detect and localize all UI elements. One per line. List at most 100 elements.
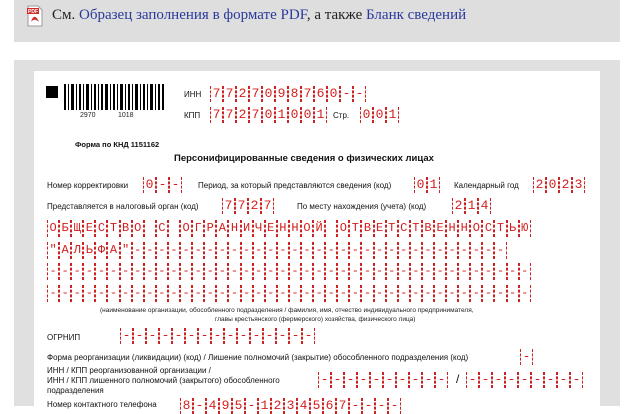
char-cell: Р	[204, 220, 217, 237]
char-cell: 7	[261, 198, 274, 214]
char-cell: -	[337, 242, 350, 259]
char-cell: -	[228, 263, 241, 280]
char-cell: 0	[301, 107, 314, 123]
char-cell: Т	[385, 220, 398, 237]
tax-organ-field[interactable]: 7727	[222, 198, 274, 214]
char-cell: -	[337, 263, 350, 280]
char-cell: -	[155, 242, 168, 259]
char-cell	[167, 220, 181, 237]
year-label: Календарный год	[454, 181, 519, 190]
char-cell: -	[276, 263, 289, 280]
char-cell: Л	[71, 242, 84, 259]
char-cell	[143, 220, 156, 237]
org-name-row-4[interactable]: ----------------------------------------	[47, 285, 531, 302]
kpp-field[interactable]: 772701001	[210, 107, 327, 123]
inn-field[interactable]: 7727098760--	[210, 86, 366, 102]
char-cell: 1	[258, 398, 271, 414]
char-cell: О	[337, 220, 350, 237]
char-cell: В	[361, 220, 374, 237]
svg-text:PDF: PDF	[28, 9, 38, 15]
char-cell: -	[263, 328, 276, 344]
char-cell: -	[373, 285, 386, 302]
sample-pdf-link[interactable]: Образец заполнения в формате PDF	[79, 7, 307, 23]
form-title: Персонифицированные сведения о физически…	[174, 153, 434, 164]
char-cell: -	[435, 372, 448, 388]
char-cell: -	[107, 263, 120, 280]
location-field[interactable]: 214	[452, 198, 491, 214]
char-cell: Ф	[95, 242, 108, 259]
char-cell: 1	[427, 177, 440, 193]
char-cell: С	[397, 220, 410, 237]
char-cell: 4	[297, 398, 310, 414]
char-cell: Т	[409, 220, 422, 237]
char-cell: -	[470, 242, 483, 259]
char-cell: 7	[222, 198, 235, 214]
char-cell: 1	[465, 198, 478, 214]
reorg-inn-field[interactable]: ----------	[318, 372, 448, 388]
char-cell: 7	[249, 86, 262, 102]
char-cell: А	[59, 242, 72, 259]
char-cell: -	[83, 285, 96, 302]
page-number-field[interactable]: 001	[360, 107, 399, 123]
char-cell: -	[570, 372, 583, 388]
org-name-caption-2: главы крестьянского (фермерского) хозяйс…	[215, 316, 416, 323]
char-cell: -	[289, 328, 302, 344]
char-cell: -	[434, 285, 447, 302]
char-cell: -	[180, 242, 193, 259]
char-cell: Ч	[252, 220, 265, 237]
char-cell: 9	[219, 398, 232, 414]
correction-field[interactable]: 0--	[143, 177, 182, 193]
char-cell: -	[240, 263, 253, 280]
char-cell: 0	[546, 177, 559, 193]
char-cell: -	[204, 263, 217, 280]
char-cell: 0	[143, 177, 156, 193]
ogrnip-label: ОГРНИП	[47, 333, 81, 342]
char-cell: 7	[223, 86, 236, 102]
char-cell: Г	[192, 220, 205, 237]
period-label: Период, за который представляются сведен…	[198, 181, 392, 190]
char-cell: -	[288, 242, 301, 259]
tax-organ-label: Представляется в налоговый орган (код)	[47, 202, 199, 211]
char-cell: 4	[206, 398, 219, 414]
char-cell: -	[155, 263, 168, 280]
char-cell: -	[373, 242, 386, 259]
char-cell: С	[155, 220, 168, 237]
char-cell: 7	[235, 198, 248, 214]
phone-label: Номер контактного телефона	[47, 400, 157, 409]
year-field[interactable]: 2023	[533, 177, 585, 193]
org-name-row-3[interactable]: ----------------------------------------	[47, 263, 531, 280]
char-cell: -	[131, 285, 144, 302]
char-cell: -	[421, 242, 434, 259]
org-name-caption: (наименование организации, обособленного…	[100, 307, 474, 314]
char-cell: 7	[336, 398, 349, 414]
char-cell: Н	[446, 220, 459, 237]
char-cell: -	[313, 242, 326, 259]
char-cell: Т	[349, 220, 362, 237]
char-cell: Н	[288, 220, 301, 237]
reorg-field[interactable]: -	[520, 349, 533, 365]
char-cell: -	[353, 86, 366, 102]
reorg-kpp-field[interactable]: ---------	[466, 372, 583, 388]
char-cell: -	[325, 263, 338, 280]
char-cell: -	[245, 398, 258, 414]
org-name-row-1[interactable]: ОБЩЕСТВО С ОГРАНИЧЕННОЙ ОТВЕТСТВЕННОСТЬЮ	[47, 220, 531, 237]
char-cell: -	[276, 285, 289, 302]
org-name-row-2[interactable]: " А Л Ь Ф А " - - - - - - - - - - - - - - - - - - - - - - - - - - - - - - -	[47, 242, 507, 259]
char-cell: 4	[478, 198, 491, 214]
char-cell: -	[83, 263, 96, 280]
char-cell: -	[409, 285, 422, 302]
char-cell: Т	[494, 220, 507, 237]
char-cell: -	[143, 263, 156, 280]
char-cell: 0	[262, 107, 275, 123]
period-field[interactable]: 01	[414, 177, 440, 193]
char-cell: -	[421, 285, 434, 302]
phone-field[interactable]: 8-495-1234567----	[180, 398, 401, 414]
blank-form-link[interactable]: Бланк сведений	[366, 7, 466, 23]
ogrnip-field[interactable]: ---------------	[120, 328, 315, 344]
char-cell: -	[340, 86, 353, 102]
char-cell: 7	[301, 86, 314, 102]
char-cell: -	[198, 328, 211, 344]
char-cell: -	[131, 242, 144, 259]
char-cell: О	[131, 220, 144, 237]
char-cell: -	[169, 177, 182, 193]
